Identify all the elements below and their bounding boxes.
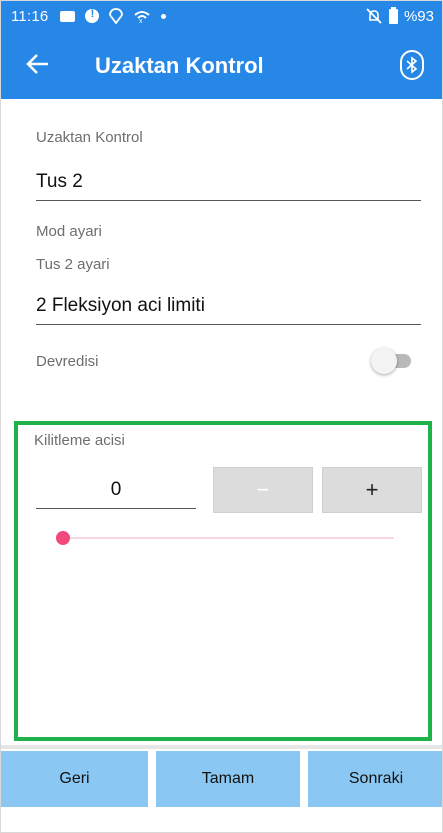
back-button[interactable]: Geri	[1, 751, 148, 807]
bluetooth-glyph	[406, 56, 418, 74]
key-field[interactable]: Tus 2	[36, 171, 421, 201]
signal-icon: x	[134, 11, 151, 23]
screen: 11:16 x %93 U	[0, 0, 443, 833]
remote-control-label: Uzaktan Kontrol	[36, 129, 143, 146]
bottom-divider	[1, 745, 442, 749]
mute-icon	[366, 8, 382, 24]
disable-label: Devredisi	[36, 353, 99, 370]
toggle-thumb	[371, 348, 397, 374]
lock-angle-slider-thumb[interactable]	[56, 531, 70, 545]
mode-field[interactable]: 2 Fleksiyon aci limiti	[36, 295, 421, 325]
lock-angle-slider-track[interactable]	[62, 537, 394, 539]
lock-angle-input[interactable]: 0	[36, 479, 196, 509]
decrement-button[interactable]: −	[213, 467, 313, 513]
status-time: 11:16	[11, 7, 49, 25]
status-right: %93	[365, 6, 434, 25]
battery-icon	[388, 6, 398, 24]
bluetooth-icon[interactable]	[400, 50, 424, 80]
key-setting-label: Tus 2 ayari	[36, 256, 110, 273]
arrow-back-icon[interactable]	[25, 51, 51, 77]
next-button[interactable]: Sonraki	[308, 751, 442, 807]
mode-setting-label: Mod ayari	[36, 223, 102, 240]
message-icon	[60, 10, 76, 22]
ok-button[interactable]: Tamam	[156, 751, 300, 807]
status-icons: x	[60, 8, 167, 24]
wifi-icon	[109, 8, 124, 24]
alert-icon	[85, 8, 100, 23]
lock-angle-label: Kilitleme acisi	[34, 432, 125, 449]
app-bar: Uzaktan Kontrol	[1, 31, 442, 99]
disable-toggle[interactable]	[371, 348, 415, 374]
dot-icon	[161, 13, 167, 19]
svg-text:x: x	[139, 18, 143, 23]
page-title: Uzaktan Kontrol	[95, 53, 264, 78]
battery-level: %93	[403, 7, 434, 25]
increment-button[interactable]: +	[322, 467, 422, 513]
status-bar: 11:16 x %93	[1, 1, 442, 31]
